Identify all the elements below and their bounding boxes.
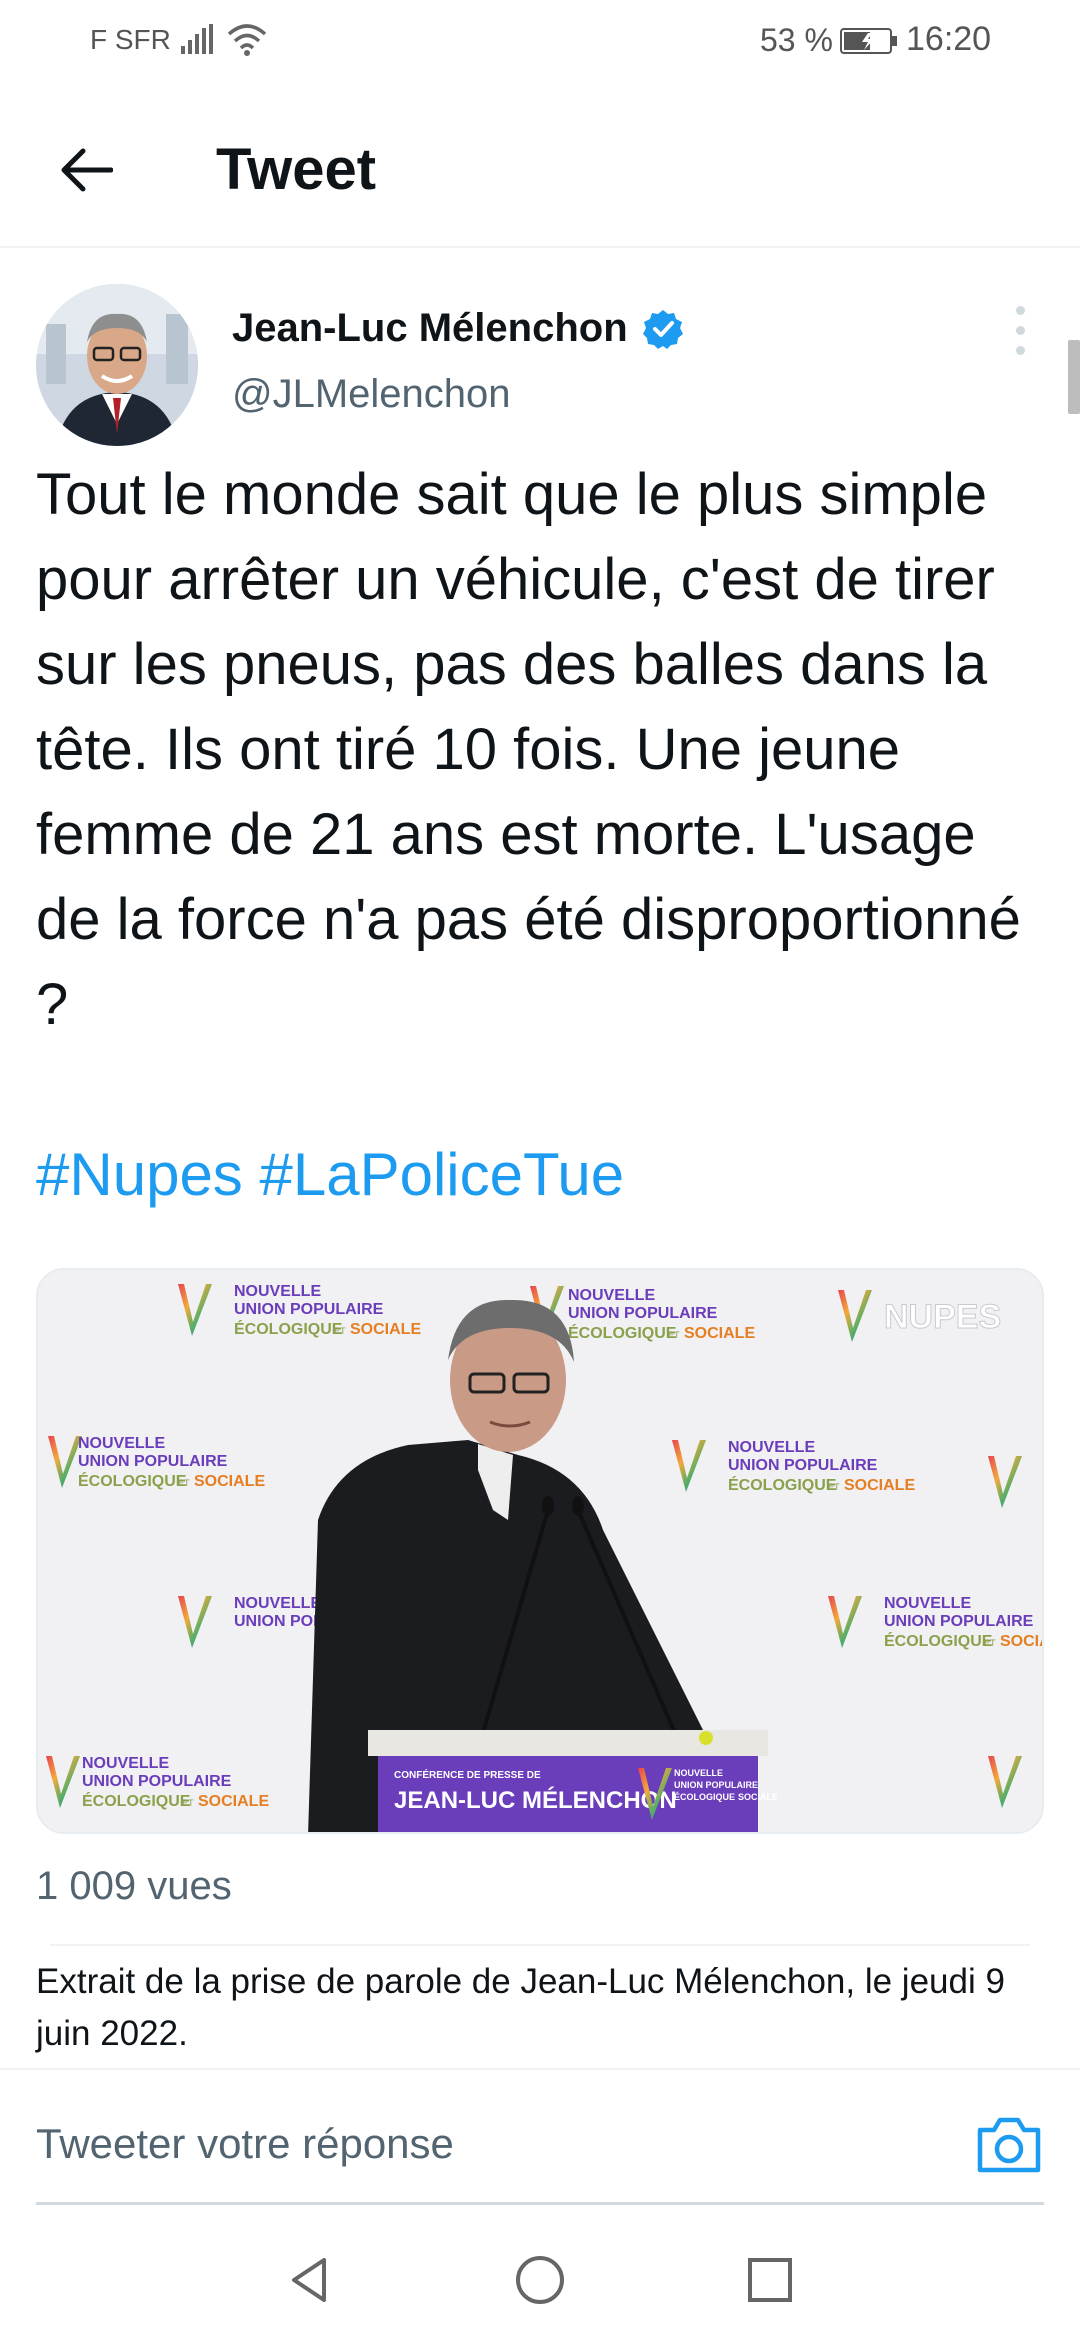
svg-text:NOUVELLE: NOUVELLE [728, 1439, 815, 1456]
svg-text:ÉCOLOGIQUE: ÉCOLOGIQUE [568, 1323, 677, 1342]
svg-text:ÉCOLOGIQUE: ÉCOLOGIQUE [884, 1631, 993, 1650]
svg-text:SOCIALE: SOCIALE [198, 1793, 269, 1810]
page-title: Tweet [216, 137, 377, 202]
tweet-text: Tout le monde sait que le plus simple po… [36, 462, 1021, 1037]
hashtags: #Nupes #LaPoliceTue [36, 1130, 624, 1220]
carrier-label: F SFR [90, 24, 171, 55]
svg-text:SOCIALE: SOCIALE [1000, 1633, 1044, 1650]
avatar[interactable] [36, 284, 198, 446]
press-conference-video: NOUVELLE UNION POPULAIRE ÉCOLOGIQUE ET S… [38, 1270, 1044, 1832]
svg-text:SOCIALE: SOCIALE [738, 1792, 778, 1802]
back-button[interactable] [46, 130, 126, 210]
svg-text:ÉCOLOGIQUE: ÉCOLOGIQUE [78, 1471, 187, 1490]
camera-icon [977, 2117, 1041, 2173]
svg-text:SOCIALE: SOCIALE [350, 1321, 421, 1338]
nav-recents-icon[interactable] [740, 2250, 800, 2310]
signal-icon [181, 24, 213, 54]
battery-icon [840, 28, 897, 54]
podium: CONFÉRENCE DE PRESSE DE JEAN-LUC MÉLENCH… [368, 1730, 778, 1832]
svg-text:UNION POPULAIRE: UNION POPULAIRE [884, 1613, 1034, 1630]
svg-text:NOUVELLE: NOUVELLE [82, 1755, 169, 1772]
svg-text:UNION POPULAIRE: UNION POPULAIRE [78, 1453, 228, 1470]
svg-text:ET: ET [828, 1482, 840, 1492]
svg-text:ET: ET [334, 1326, 346, 1336]
svg-text:JEAN-LUC MÉLENCHON: JEAN-LUC MÉLENCHON [394, 1786, 677, 1814]
reply-input[interactable]: Tweeter votre réponse [36, 2120, 454, 2168]
verified-badge-icon [642, 309, 683, 349]
wifi-icon [227, 24, 267, 56]
svg-text:NOUVELLE: NOUVELLE [78, 1435, 165, 1452]
svg-text:UNION POPULAIRE: UNION POPULAIRE [728, 1457, 878, 1474]
svg-text:UNION POPULAIRE: UNION POPULAIRE [234, 1301, 384, 1318]
author-name-row[interactable]: Jean-Luc Mélenchon [232, 306, 684, 351]
reply-composer: Tweeter votre réponse [0, 2068, 1080, 2205]
svg-text:ET: ET [984, 1638, 996, 1648]
scrollbar[interactable] [1068, 340, 1080, 414]
svg-text:CONFÉRENCE DE PRESSE DE: CONFÉRENCE DE PRESSE DE [394, 1768, 541, 1781]
media-caption: Extrait de la prise de parole de Jean-Lu… [36, 1962, 1005, 2053]
svg-text:SOCIALE: SOCIALE [684, 1325, 755, 1342]
nav-home-icon[interactable] [510, 2250, 570, 2310]
system-navigation-bar [0, 2220, 1080, 2340]
svg-text:ÉCOLOGIQUE: ÉCOLOGIQUE [82, 1791, 191, 1810]
camera-button[interactable] [974, 2114, 1044, 2176]
view-count: 1 009 vues [36, 1864, 232, 1908]
svg-text:NOUVELLE: NOUVELLE [568, 1287, 655, 1304]
svg-text:NOUVELLE: NOUVELLE [674, 1768, 723, 1778]
nav-back-icon[interactable] [280, 2250, 340, 2310]
svg-text:ET: ET [668, 1330, 680, 1340]
svg-text:ÉCOLOGIQUE: ÉCOLOGIQUE [728, 1475, 837, 1494]
clock: 16:20 [906, 20, 992, 58]
battery-percent: 53 % [760, 22, 833, 58]
svg-text:UNION POPULAIRE: UNION POPULAIRE [674, 1780, 758, 1790]
author-name: Jean-Luc Mélenchon [232, 306, 628, 350]
svg-text:NOUVELLE: NOUVELLE [234, 1283, 321, 1300]
status-bar: F SFR 53 % 16:20 [0, 0, 1080, 82]
reply-underline [36, 2202, 1044, 2205]
top-app-bar: Tweet [0, 100, 1080, 248]
svg-text:UNION POPULAIRE: UNION POPULAIRE [82, 1773, 232, 1790]
svg-text:NUPES: NUPES [884, 1298, 1001, 1336]
svg-text:ET: ET [178, 1478, 190, 1488]
video-thumbnail[interactable]: NOUVELLE UNION POPULAIRE ÉCOLOGIQUE ET S… [36, 1268, 1044, 1834]
svg-text:ÉCOLOGIQUE: ÉCOLOGIQUE [234, 1319, 343, 1338]
svg-text:ÉCOLOGIQUE: ÉCOLOGIQUE [674, 1792, 735, 1802]
author-photo [36, 284, 198, 446]
svg-text:ET: ET [182, 1798, 194, 1808]
author-handle[interactable]: @JLMelenchon [232, 372, 511, 417]
svg-text:NOUVELLE: NOUVELLE [234, 1595, 321, 1612]
svg-text:UNION POPULAIRE: UNION POPULAIRE [568, 1305, 718, 1322]
hashtag-link[interactable]: #Nupes [36, 1141, 243, 1208]
arrow-left-icon [61, 148, 113, 192]
divider [50, 1944, 1030, 1946]
more-options-icon[interactable] [1000, 300, 1040, 360]
svg-text:NOUVELLE: NOUVELLE [884, 1595, 971, 1612]
svg-text:SOCIALE: SOCIALE [844, 1477, 915, 1494]
hashtag-link[interactable]: #LaPoliceTue [259, 1141, 624, 1208]
svg-text:SOCIALE: SOCIALE [194, 1473, 265, 1490]
